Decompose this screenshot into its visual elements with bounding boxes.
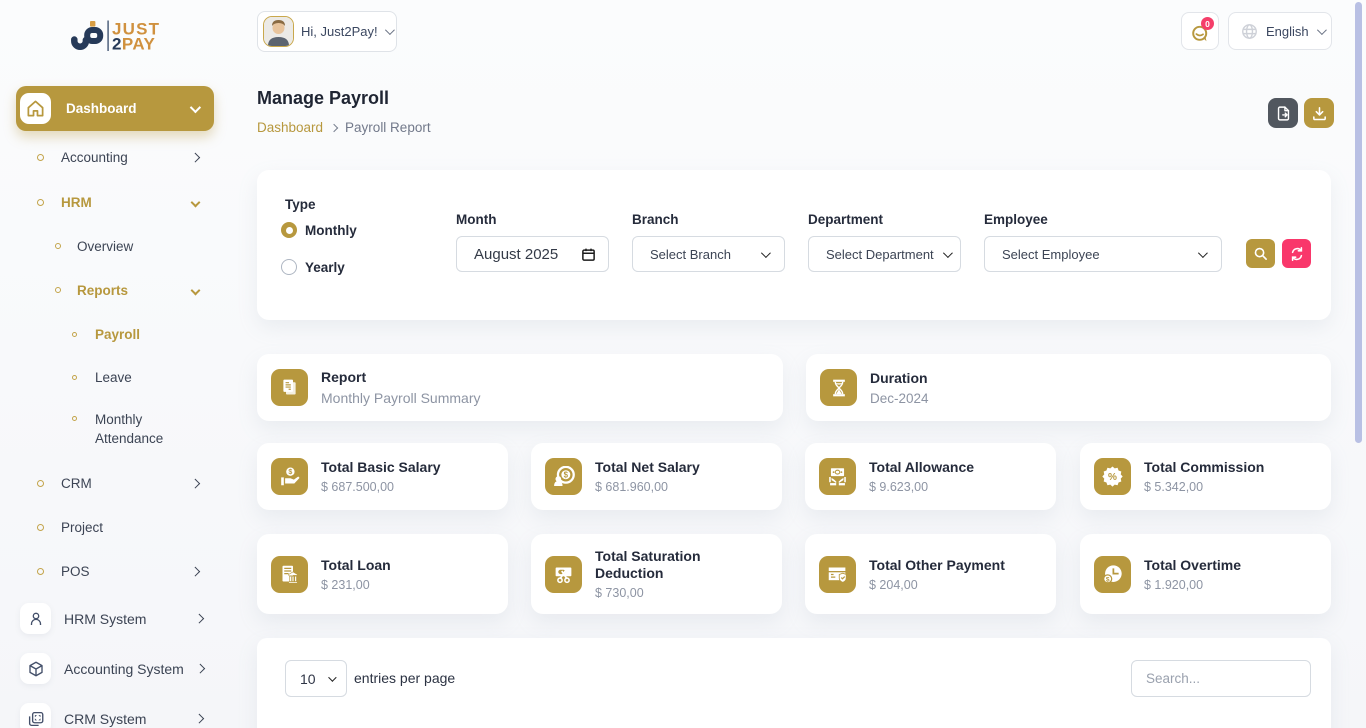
svg-text:2PAY: 2PAY [112,34,155,53]
svg-text:$: $ [288,469,292,476]
svg-text:$: $ [563,470,568,479]
svg-text:$: $ [1106,576,1110,583]
svg-text:%: % [1108,472,1117,483]
